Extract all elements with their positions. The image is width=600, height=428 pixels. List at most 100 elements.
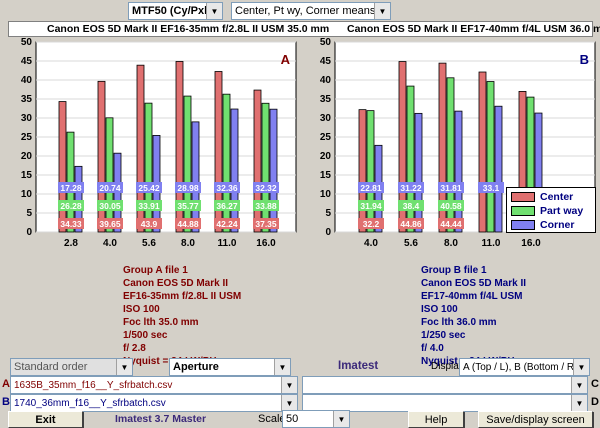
- data-label-center: 37.35: [255, 219, 277, 229]
- bar-center: [358, 109, 367, 233]
- group-b-aperture: f/ 4.0: [421, 343, 444, 354]
- chart-a: 0 5 10 15 20 25 30 35 40 45 50 2.8 17.28 26.28 34.33 4.…: [21, 37, 297, 249]
- data-label-corner: 32.36: [216, 183, 238, 193]
- scale-select-value: 50: [286, 413, 299, 425]
- group-a-focal: Foc lth 35.0 mm: [123, 317, 199, 328]
- y-tick-label: 5: [26, 208, 32, 219]
- order-select[interactable]: Standard order ▼: [10, 358, 133, 376]
- y-tick-label: 0: [325, 227, 331, 238]
- sort-select[interactable]: Aperture ▼: [169, 358, 291, 376]
- data-label-center: 44.86: [400, 219, 422, 229]
- panel-label: B: [580, 52, 589, 67]
- chevron-down-icon[interactable]: ▼: [274, 359, 290, 375]
- group-b-shutter: 1/250 sec: [421, 330, 466, 341]
- bar-partway: [366, 110, 375, 233]
- group-b-iso: ISO 100: [421, 304, 458, 315]
- file-a-select[interactable]: 1635B_35mm_f16__Y_sfrbatch.csv ▼: [10, 376, 298, 394]
- chevron-down-icon[interactable]: ▼: [571, 377, 587, 393]
- data-label-partway: 36.27: [216, 201, 238, 211]
- file-c-select[interactable]: ▼: [302, 376, 588, 394]
- data-label-partway: 31.94: [360, 201, 382, 211]
- data-label-partway: 33.91: [138, 201, 160, 211]
- row-b-letter: B: [2, 396, 10, 408]
- y-tick-label: 10: [320, 189, 332, 200]
- bar-partway: [261, 102, 270, 233]
- legend-item-corner: Corner: [511, 219, 574, 231]
- y-tick-label: 20: [21, 151, 33, 162]
- bar-corner: [494, 105, 503, 233]
- y-tick-label: 5: [325, 208, 331, 219]
- x-tick-label: 8.0: [444, 238, 458, 249]
- data-label-center: 34.33: [60, 219, 82, 229]
- y-tick-label: 25: [320, 132, 332, 143]
- chevron-down-icon[interactable]: ▼: [116, 359, 132, 375]
- legend-swatch-center: [511, 192, 535, 202]
- data-label-corner: 20.74: [99, 183, 121, 193]
- data-label-corner: 17.28: [60, 183, 82, 193]
- group-b-camera: Canon EOS 5D Mark II: [421, 278, 527, 289]
- data-label-corner: 33.1: [483, 183, 500, 193]
- display-select-value: A (Top / L), B (Bottom / R): [463, 361, 573, 373]
- x-tick-label: 16.0: [256, 238, 276, 249]
- group-b-title: Group B file 1: [421, 265, 487, 276]
- legend-swatch-corner: [511, 220, 535, 230]
- data-label-partway: 26.28: [60, 201, 82, 211]
- bar-partway: [486, 81, 495, 233]
- x-tick-label: 5.6: [404, 238, 418, 249]
- legend-item-partway: Part way: [511, 205, 583, 217]
- legend-item-center: Center: [511, 191, 573, 203]
- metric-select[interactable]: MTF50 (Cy/Pxl) ▼: [128, 2, 223, 20]
- bar-center: [478, 71, 487, 233]
- chevron-down-icon[interactable]: ▼: [281, 377, 297, 393]
- lens-info-bar: Canon EOS 5D Mark II EF16-35mm f/2.8L II…: [8, 21, 600, 37]
- y-tick-label: 0: [26, 227, 32, 238]
- chevron-down-icon[interactable]: ▼: [281, 395, 297, 411]
- chevron-down-icon[interactable]: ▼: [206, 3, 222, 19]
- group-a-aperture: f/ 2.8: [123, 343, 146, 354]
- save-display-button[interactable]: Save/display screen: [478, 411, 593, 428]
- y-tick-label: 30: [320, 113, 332, 124]
- legend-swatch-partway: [511, 206, 535, 216]
- help-button[interactable]: Help: [408, 411, 464, 428]
- file-b-value: 1740_36mm_f16__Y_sfrbatch.csv: [14, 397, 166, 409]
- bar-partway: [183, 95, 192, 233]
- data-label-center: 39.65: [99, 219, 121, 229]
- info-b-text: Canon EOS 5D Mark II EF17-40mm f/4L USM …: [347, 23, 600, 35]
- data-label-partway: 35.77: [177, 201, 199, 211]
- group-a-camera: Canon EOS 5D Mark II: [123, 278, 229, 289]
- row-d-letter: D: [591, 396, 599, 408]
- scale-select[interactable]: 50 ▼: [282, 410, 350, 428]
- display-select[interactable]: A (Top / L), B (Bottom / R) ▼: [459, 358, 590, 376]
- chevron-down-icon[interactable]: ▼: [374, 3, 390, 19]
- data-label-corner: 25.42: [138, 183, 160, 193]
- data-label-center: 44.88: [177, 219, 199, 229]
- data-label-partway: 30.05: [99, 201, 121, 211]
- bar-center: [58, 101, 67, 233]
- x-tick-label: 4.0: [364, 238, 378, 249]
- y-tick-label: 45: [320, 56, 332, 67]
- bar-partway: [222, 93, 231, 233]
- data-label-partway: 40.58: [440, 201, 462, 211]
- bar-partway: [144, 102, 153, 233]
- bar-corner: [454, 110, 463, 233]
- chevron-down-icon[interactable]: ▼: [573, 359, 589, 375]
- data-label-center: 44.44: [440, 219, 462, 229]
- data-label-partway: 38.4: [403, 201, 420, 211]
- x-tick-label: 8.0: [181, 238, 195, 249]
- y-tick-label: 10: [21, 189, 33, 200]
- bar-corner: [191, 121, 200, 233]
- data-label-corner: 28.98: [177, 183, 199, 193]
- group-a-lens: EF16-35mm f/2.8L II USM: [123, 291, 242, 302]
- chevron-down-icon[interactable]: ▼: [333, 411, 349, 427]
- data-label-corner: 31.22: [400, 183, 422, 193]
- y-tick-label: 30: [21, 113, 33, 124]
- metric-select-value: MTF50 (Cy/Pxl): [132, 5, 206, 17]
- data-label-center: 43.9: [141, 219, 158, 229]
- bar-corner: [414, 112, 423, 233]
- y-tick-label: 45: [21, 56, 33, 67]
- mode-select[interactable]: Center, Pt wy, Corner means ▼: [231, 2, 391, 20]
- chevron-down-icon[interactable]: ▼: [571, 395, 587, 411]
- file-b-select[interactable]: 1740_36mm_f16__Y_sfrbatch.csv ▼: [10, 394, 298, 412]
- group-a-shutter: 1/500 sec: [123, 330, 168, 341]
- exit-button[interactable]: Exit: [8, 411, 83, 428]
